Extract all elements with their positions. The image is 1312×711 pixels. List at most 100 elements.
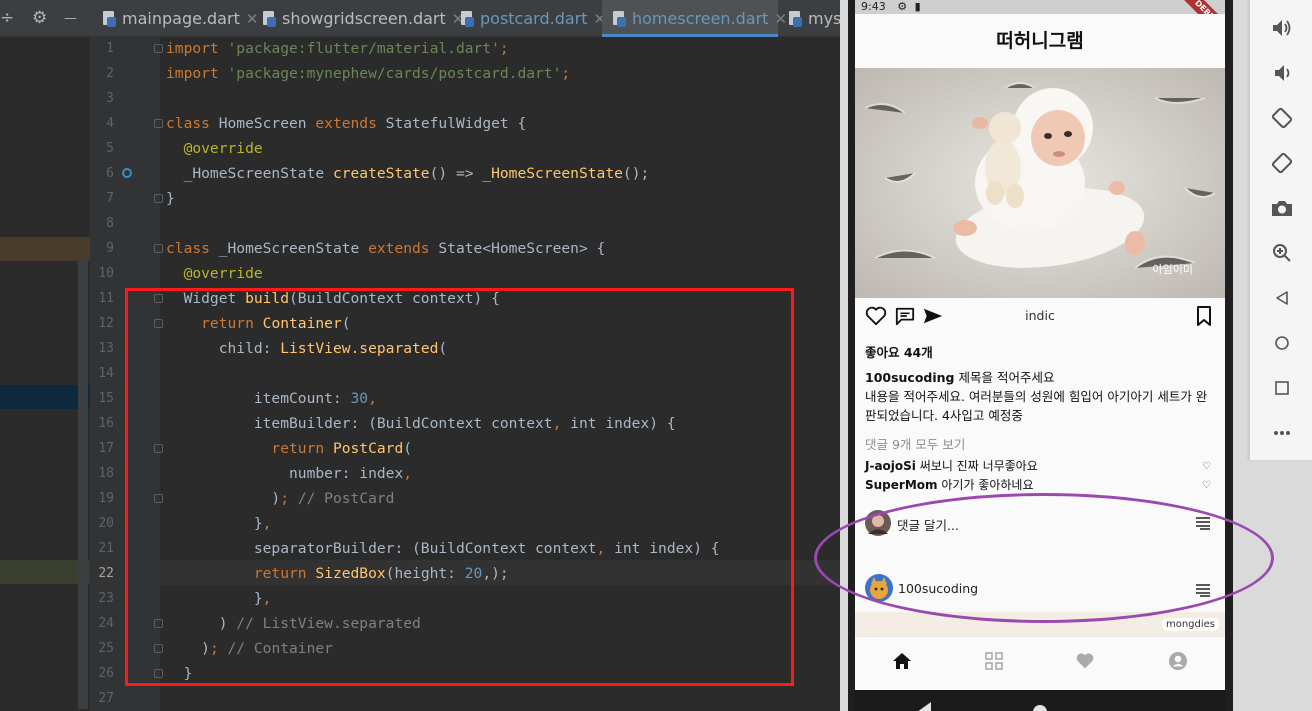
fold-marker-icon[interactable] (154, 119, 163, 128)
line-number: 12 (98, 316, 114, 331)
app-title: 떠허니그램 (855, 14, 1225, 68)
project-tool-window (0, 37, 90, 711)
view-all-comments-link[interactable]: 댓글 9개 모두 보기 (865, 434, 965, 453)
line-number: 5 (106, 141, 114, 156)
emulator-toolbar (1249, 0, 1312, 460)
line-number: 16 (98, 416, 114, 431)
camera-icon[interactable] (1250, 188, 1312, 224)
code-token: } (166, 190, 175, 207)
favorite-icon[interactable] (1075, 652, 1095, 670)
volume-down-icon[interactable] (1250, 53, 1312, 89)
editor-tab-bar: ÷ ⚙ — mainpage.dart ✕ showgridscreen.dart… (0, 0, 841, 37)
line-number: 11 (98, 291, 114, 306)
code-token: HomeScreen (218, 115, 316, 132)
screen-root: ÷ ⚙ — mainpage.dart ✕ showgridscreen.dart… (0, 0, 1312, 711)
code-token: 'package:flutter/material.dart' (227, 40, 500, 57)
line-number: 2 (106, 66, 114, 81)
line-number: 8 (106, 216, 114, 231)
code-token: class (166, 115, 219, 132)
status-bar: 9:43 ⚙ ▮ (855, 0, 1225, 14)
tab-postcard[interactable]: postcard.dart ✕ (460, 0, 606, 37)
line-number: 7 (106, 191, 114, 206)
override-marker-icon[interactable] (122, 168, 132, 178)
comment-row: J-aojoSi 써보니 진짜 너무좋아요 ♡ (865, 457, 1215, 476)
more-icon[interactable] (1250, 413, 1312, 449)
code-token: extends (315, 115, 386, 132)
rotate-right-icon[interactable] (1250, 143, 1312, 179)
profile-icon[interactable] (1168, 651, 1188, 671)
photo-watermark: 아임이미 (1153, 263, 1193, 276)
close-icon[interactable]: ✕ (774, 10, 787, 28)
line-number: 6 (106, 166, 114, 181)
line-number: 10 (98, 266, 114, 281)
caption-user[interactable]: 100sucoding (865, 370, 955, 385)
line-number: 18 (98, 466, 114, 481)
code-line[interactable]: @override (166, 261, 263, 286)
line-number: 24 (98, 616, 114, 631)
code-token: @override (166, 265, 263, 282)
code-line[interactable]: class HomeScreen extends StatefulWidget … (166, 111, 526, 136)
likes-count: 좋아요 44개 (865, 345, 933, 360)
code-token: () => (429, 165, 483, 182)
android-system-nav (855, 690, 1225, 711)
code-line[interactable]: _HomeScreenState createState() => _HomeS… (166, 161, 650, 186)
comment-heart-icon[interactable]: ♡ (1202, 476, 1211, 495)
tab-mainpage[interactable]: mainpage.dart ✕ (102, 0, 258, 37)
back-icon[interactable] (1250, 278, 1312, 314)
line-number: 13 (98, 341, 114, 356)
tab-homescreen[interactable]: homescreen.dart ✕ (602, 0, 787, 37)
annotation-purple-ellipse (814, 493, 1274, 623)
grid-icon[interactable] (985, 652, 1003, 670)
status-time: 9:43 (861, 0, 886, 13)
line-number: 26 (98, 666, 114, 681)
line-number: 21 (98, 541, 114, 556)
bookmark-icon[interactable] (1195, 305, 1213, 327)
rotate-left-icon[interactable] (1250, 98, 1312, 134)
code-token: import (166, 65, 228, 82)
line-number: 4 (106, 116, 114, 131)
fold-marker-icon[interactable] (154, 44, 163, 53)
code-token: _HomeScreenState (166, 165, 333, 182)
zoom-icon[interactable] (1250, 233, 1312, 269)
comment-heart-icon[interactable]: ♡ (1202, 457, 1211, 476)
sidebar-scrollbar[interactable] (78, 259, 88, 709)
line-number: 1 (106, 41, 114, 56)
volume-up-icon[interactable] (1250, 8, 1312, 44)
post-center-label: indic (1025, 308, 1055, 323)
overview-icon[interactable] (1250, 368, 1312, 404)
comment-user[interactable]: SuperMom (865, 478, 938, 492)
android-back-icon[interactable] (917, 702, 931, 711)
code-line[interactable]: import 'package:mynephew/cards/postcard.… (166, 61, 570, 86)
dart-file-icon (788, 11, 802, 27)
sidebar-highlight-row[interactable] (0, 237, 90, 261)
line-number: 22 (98, 566, 114, 581)
fold-marker-icon[interactable] (154, 194, 163, 203)
split-icon[interactable]: ÷ (0, 0, 14, 37)
tab-mys[interactable]: mys (788, 0, 841, 37)
sidebar-caret-row[interactable] (0, 560, 90, 584)
home-circle-icon[interactable] (1250, 323, 1312, 359)
comment-user[interactable]: J-aojoSi (865, 459, 916, 473)
home-icon[interactable] (892, 652, 912, 670)
code-token: 'package:mynephew/cards/postcard.dart' (227, 65, 562, 82)
post-photo[interactable]: 아임이미 (855, 68, 1225, 298)
fold-marker-icon[interactable] (154, 244, 163, 253)
close-icon[interactable]: ✕ (246, 10, 259, 28)
line-number: 15 (98, 391, 114, 406)
android-home-icon[interactable] (1033, 702, 1047, 711)
minimize-icon[interactable]: — (64, 0, 77, 37)
sidebar-selected-row[interactable] (0, 385, 90, 409)
code-line[interactable]: import 'package:flutter/material.dart'; (166, 36, 509, 61)
post-caption: 100sucoding 제목을 적어주세요 내용을 적어주세요. 여러분들의 성… (865, 368, 1215, 425)
comment-text: 아기가 좋아하네요 (941, 478, 1034, 492)
code-token: State<HomeScreen> { (438, 240, 606, 257)
code-line[interactable]: @override (166, 136, 263, 161)
line-number: 23 (98, 591, 114, 606)
photo-tag: mongdies (1161, 618, 1219, 631)
code-line[interactable]: } (166, 186, 175, 211)
code-token: (); (622, 165, 650, 182)
tab-showgridscreen[interactable]: showgridscreen.dart ✕ (262, 0, 464, 37)
line-number: 20 (98, 516, 114, 531)
code-line[interactable]: class _HomeScreenState extends State<Hom… (166, 236, 605, 261)
gear-icon[interactable]: ⚙ (32, 0, 47, 37)
